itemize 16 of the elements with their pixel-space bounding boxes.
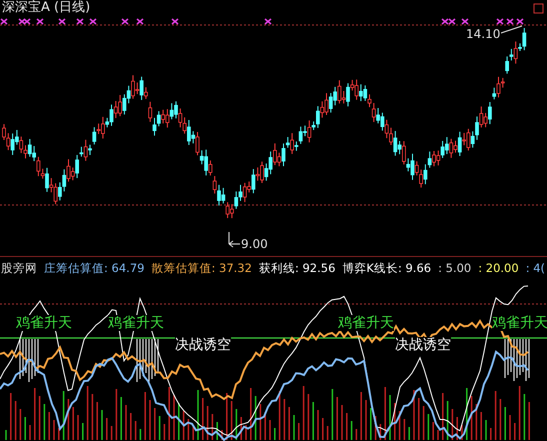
indicator-name: 股旁网 xyxy=(1,260,37,276)
signal-label: 决战诱空 xyxy=(395,337,451,353)
indicator-value: : 20.00 xyxy=(478,261,519,275)
indicator-value: : 5.00 xyxy=(438,261,472,275)
indicator-value: : 4( xyxy=(526,261,546,275)
signal-label: 鸡雀升天 xyxy=(108,315,164,331)
low-price-label: 9.00 xyxy=(241,237,268,251)
signal-label: 鸡雀升天 xyxy=(338,315,394,331)
signal-label: 决战诱空 xyxy=(175,337,231,353)
indicator-value: 获利线: 92.56 xyxy=(258,260,336,276)
signal-label: 鸡雀升天 xyxy=(16,315,72,331)
indicator-value: 博弈K线长: 9.66 xyxy=(342,260,432,276)
high-price-label: 14.10 xyxy=(466,27,500,41)
indicator-value: 庄筹估算值: 64.79 xyxy=(44,260,144,276)
indicator-value: 散筹估算值: 37.32 xyxy=(151,260,252,276)
window-title: 深深宝A (日线) xyxy=(2,0,90,16)
